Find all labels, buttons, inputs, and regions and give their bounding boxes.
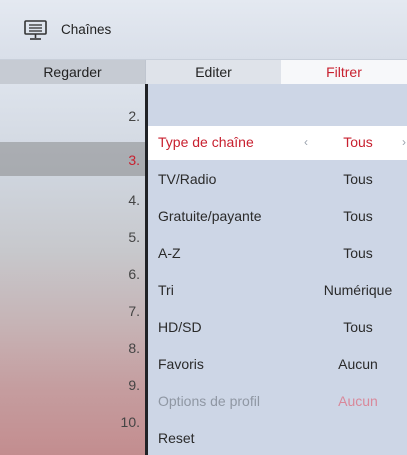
filter-row-options-de-profil[interactable]: Options de profil Aucun	[148, 385, 407, 419]
filter-row-favoris[interactable]: Favoris Aucun	[148, 348, 407, 382]
filter-label: Type de chaîne	[158, 134, 254, 150]
filter-label: Reset	[158, 430, 195, 446]
channel-number[interactable]: 10.	[0, 414, 145, 448]
filter-value: Tous	[343, 171, 373, 187]
filter-row-type-de-chaine[interactable]: Type de chaîne ‹ Tous ›	[148, 126, 407, 160]
tv-channel-list-icon	[24, 19, 47, 40]
channel-number[interactable]: 7.	[0, 303, 145, 337]
header-bar: Chaînes	[0, 0, 407, 60]
filter-label: Gratuite/payante	[158, 208, 262, 224]
filter-row-a-z[interactable]: A-Z Tous	[148, 237, 407, 271]
filter-row-hd-sd[interactable]: HD/SD Tous	[148, 311, 407, 345]
filter-label: A-Z	[158, 245, 181, 261]
filter-value: Aucun	[338, 393, 378, 409]
filter-label: Tri	[158, 282, 174, 298]
filter-value: Tous	[343, 134, 373, 150]
filter-value: Numérique	[323, 282, 393, 298]
filter-label: Options de profil	[158, 393, 260, 409]
tab-bar: Regarder Editer Filtrer	[0, 60, 407, 84]
filter-value: Tous	[343, 245, 373, 261]
filter-panel: Type de chaîne ‹ Tous › TV/Radio Tous Gr…	[148, 84, 407, 455]
channel-number[interactable]: 4.	[0, 192, 145, 226]
filter-row-tri[interactable]: Tri Numérique	[148, 274, 407, 308]
tab-filtrer[interactable]: Filtrer	[281, 60, 407, 84]
reset-button[interactable]: Reset	[148, 422, 407, 455]
channel-number[interactable]: 9.	[0, 377, 145, 411]
filter-value: Aucun	[338, 356, 378, 372]
channel-number-label: 3.	[128, 152, 140, 168]
channel-number-selected[interactable]: 3.	[0, 142, 145, 176]
filter-label: TV/Radio	[158, 171, 217, 187]
channel-number[interactable]: 2.	[0, 108, 145, 142]
filter-row-gratuite-payante[interactable]: Gratuite/payante Tous	[148, 200, 407, 234]
filter-label: Favoris	[158, 356, 204, 372]
page-title: Chaînes	[61, 22, 112, 37]
tab-regarder[interactable]: Regarder	[0, 60, 145, 84]
arrow-right-icon[interactable]: ›	[402, 135, 406, 149]
channel-number[interactable]: 8.	[0, 340, 145, 374]
channel-number[interactable]: 5.	[0, 229, 145, 263]
filter-row-tv-radio[interactable]: TV/Radio Tous	[148, 163, 407, 197]
filter-label: HD/SD	[158, 319, 202, 335]
channels-screen: Chaînes Regarder Editer Filtrer 2. 3. 4.…	[0, 0, 407, 455]
filter-value: Tous	[343, 208, 373, 224]
tab-editer[interactable]: Editer	[145, 60, 281, 84]
channel-number-list: 2. 3. 4. 5. 6. 7. 8. 9. 10.	[0, 84, 145, 455]
filter-value: Tous	[343, 319, 373, 335]
channel-number[interactable]: 6.	[0, 266, 145, 300]
